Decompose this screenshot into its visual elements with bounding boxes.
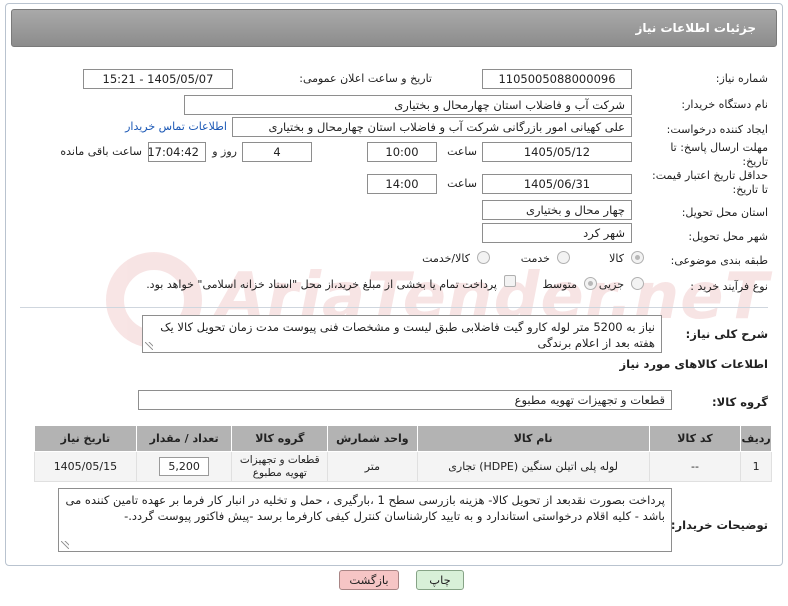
requester-label: ایجاد کننده درخواست: [666, 123, 768, 136]
category-goods-service-radio[interactable] [477, 251, 490, 264]
need-number-label: شماره نیاز: [715, 72, 768, 85]
resize-grip-icon[interactable] [61, 541, 69, 549]
description-textarea[interactable]: نیاز به 5200 متر لوله کارو گیت فاضلابی ط… [142, 315, 662, 353]
buyer-org-label: نام دستگاه خریدار: [681, 98, 768, 111]
description-text: نیاز به 5200 متر لوله کارو گیت فاضلابی ط… [160, 320, 655, 350]
price-validity-time-field: 14:00 [367, 174, 437, 194]
cell-code: -- [648, 451, 742, 482]
cell-row: 1 [740, 451, 772, 482]
days-label: روز و [212, 145, 237, 158]
purchase-medium-label: متوسط [542, 278, 577, 291]
price-validity-label-2: تا تاریخ: [732, 183, 768, 196]
col-group: گروه کالا [231, 425, 329, 452]
response-time-field: 10:00 [367, 142, 437, 162]
category-service-label: خدمت [520, 252, 550, 265]
table-row: 1 -- لوله پلی اتیلن سنگین (HDPE) تجاری م… [34, 451, 772, 482]
purchase-medium-radio[interactable] [584, 277, 597, 290]
print-button[interactable]: چاپ [416, 570, 464, 590]
need-details-panel: جزئیات اطلاعات نیاز AriaTender.neT شماره… [5, 3, 783, 566]
description-label: شرح کلی نیاز: [685, 327, 768, 341]
delivery-city-label: شهر محل تحویل: [688, 230, 768, 243]
cell-unit: متر [327, 451, 418, 482]
purchase-type-label: نوع فرآیند خرید : [690, 280, 768, 293]
goods-group-label: گروه کالا: [712, 395, 768, 409]
col-date: تاریخ نیاز [34, 425, 137, 452]
purchase-partial-radio[interactable] [631, 277, 644, 290]
response-deadline-label-2: تاریخ: [742, 155, 768, 168]
days-remaining-field: 4 [242, 142, 312, 162]
goods-group-field: قطعات و تجهیزات تهویه مطبوع [138, 390, 672, 410]
buyer-contact-link[interactable]: اطلاعات تماس خریدار [125, 120, 227, 133]
category-goods-radio[interactable] [631, 251, 644, 264]
section-divider [20, 307, 768, 308]
purchase-partial-label: جزیی [598, 278, 624, 291]
cell-name: لوله پلی اتیلن سنگین (HDPE) تجاری [416, 451, 650, 482]
qty-value: 5,200 [159, 457, 209, 476]
col-unit: واحد شمارش [327, 425, 418, 452]
col-qty: تعداد / مقدار [135, 425, 233, 452]
category-goods-label: کالا [609, 252, 624, 265]
buyer-notes-textarea[interactable]: پرداخت بصورت نقدبعد از تحویل کالا- هزینه… [58, 488, 672, 552]
price-validity-date-field: 1405/06/31 [482, 174, 632, 194]
need-number-field: 1105005088000096 [482, 69, 632, 89]
category-label: طبقه بندی موضوعی: [670, 254, 768, 267]
goods-info-title: اطلاعات کالاهای مورد نیاز [619, 357, 768, 371]
delivery-province-label: استان محل تحویل: [681, 206, 768, 219]
response-deadline-label: مهلت ارسال پاسخ: تا [670, 141, 768, 154]
cell-group: قطعات و تجهیزات تهویه مطبوع [231, 451, 329, 482]
cell-qty: 5,200 [135, 451, 233, 482]
remaining-time-field: 17:04:42 [148, 142, 206, 162]
response-date-field: 1405/05/12 [482, 142, 632, 162]
col-code: کد کالا [648, 425, 742, 452]
delivery-city-field: شهر کرد [482, 223, 632, 243]
resize-grip-icon[interactable] [145, 342, 153, 350]
col-name: نام کالا [416, 425, 650, 452]
response-time-label: ساعت [447, 145, 477, 158]
treasury-payment-checkbox[interactable] [504, 275, 516, 287]
buyer-notes-text: پرداخت بصورت نقدبعد از تحویل کالا- هزینه… [65, 493, 665, 523]
page-title: جزئیات اطلاعات نیاز [635, 21, 756, 35]
announce-datetime-label: تاریخ و ساعت اعلان عمومی: [299, 72, 432, 85]
price-validity-time-label: ساعت [447, 177, 477, 190]
buyer-org-field: شرکت آب و فاضلاب استان چهارمحال و بختیار… [184, 95, 632, 115]
back-button[interactable]: بازگشت [339, 570, 399, 590]
delivery-province-field: چهار محال و بختیاری [482, 200, 632, 220]
treasury-payment-note: پرداخت تمام یا بخشی از مبلغ خرید،از محل … [146, 278, 497, 291]
announce-datetime-field: 1405/05/07 - 15:21 [83, 69, 233, 89]
col-row: ردیف [740, 425, 772, 452]
panel-header: جزئیات اطلاعات نیاز [11, 9, 777, 47]
requester-field: علی کهیانی امور بازرگانی شرکت آب و فاضلا… [232, 117, 632, 137]
category-service-radio[interactable] [557, 251, 570, 264]
table-header-row: ردیف کد کالا نام کالا واحد شمارش گروه کا… [34, 425, 772, 452]
buyer-notes-label: توضیحات خریدار: [670, 518, 768, 532]
price-validity-label: حداقل تاریخ اعتبار قیمت: [652, 169, 768, 182]
category-goods-service-label: کالا/خدمت [422, 252, 470, 265]
goods-table: ردیف کد کالا نام کالا واحد شمارش گروه کا… [34, 425, 772, 482]
remaining-time-label: ساعت باقی مانده [60, 145, 142, 158]
cell-date: 1405/05/15 [34, 451, 137, 482]
